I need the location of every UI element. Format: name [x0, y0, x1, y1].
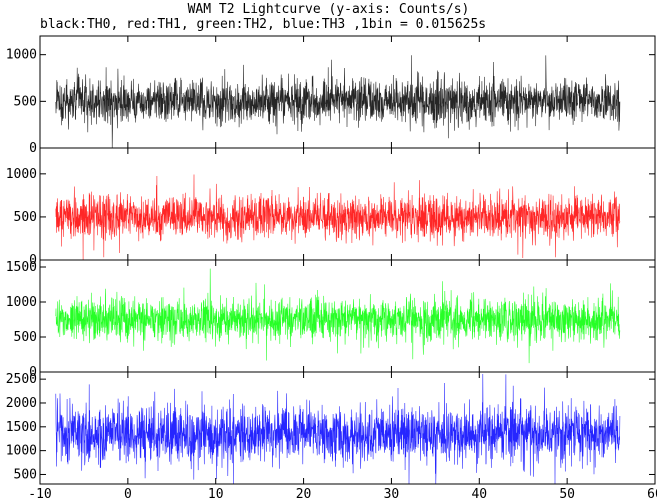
x-tick-label: 60 — [647, 487, 657, 502]
y-tick-label: 1500 — [6, 420, 37, 435]
x-tick-label: 20 — [296, 487, 312, 502]
curves-layer — [55, 55, 621, 485]
x-tick-label: -10 — [28, 487, 51, 502]
lightcurve-th0 — [55, 55, 621, 149]
y-tick-label: 500 — [14, 330, 37, 345]
y-tick-label: 2000 — [6, 396, 37, 411]
y-tick-label: 1000 — [6, 167, 37, 182]
y-tick-label: 500 — [14, 94, 37, 109]
y-tick-label: 500 — [14, 467, 37, 482]
y-tick-label: 0 — [29, 141, 37, 156]
x-tick-label: 10 — [208, 487, 224, 502]
lightcurve-th1 — [55, 174, 621, 260]
x-tick-label: 50 — [559, 487, 575, 502]
y-tick-label: 2500 — [6, 372, 37, 387]
lightcurve-th2 — [55, 268, 621, 364]
y-tick-label: 1000 — [6, 48, 37, 63]
x-tick-label: 40 — [471, 487, 487, 502]
y-tick-label: 1500 — [6, 260, 37, 275]
x-tick-label: 0 — [124, 487, 132, 502]
x-tick-label: 30 — [384, 487, 400, 502]
lightcurve-th3 — [55, 373, 621, 485]
y-tick-label: 500 — [14, 210, 37, 225]
y-tick-label: 1000 — [6, 295, 37, 310]
lightcurve-plot: 0500100005001000050010001500500100015002… — [6, 35, 657, 502]
y-tick-label: 1000 — [6, 444, 37, 459]
